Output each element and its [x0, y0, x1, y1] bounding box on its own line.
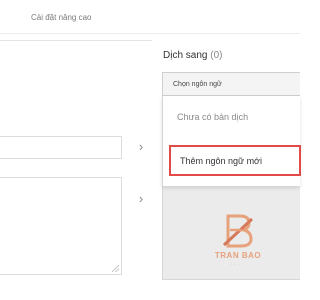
- tab-bar: Cài đặt nâng cao: [0, 0, 300, 34]
- add-language-label: Thêm ngôn ngữ mới: [180, 156, 262, 166]
- watermark-brand: TRAN BAO: [214, 251, 262, 260]
- chevron-right-icon[interactable]: ›: [134, 140, 148, 153]
- source-textarea[interactable]: [0, 177, 122, 275]
- watermark-logo: TRAN BAO • • • •: [212, 212, 264, 268]
- divider: [0, 40, 152, 41]
- target-label-text: Dịch sang: [163, 50, 208, 61]
- target-language-label: Dịch sang (0): [163, 50, 222, 61]
- target-count: (0): [210, 50, 223, 61]
- dropdown-option-no-translation[interactable]: Chưa có bản dịch: [177, 112, 248, 122]
- logo-icon: [222, 214, 254, 248]
- language-select-placeholder: Chọn ngôn ngữ: [173, 81, 222, 88]
- resize-handle-icon[interactable]: [112, 265, 119, 272]
- source-input[interactable]: [0, 136, 122, 159]
- language-dropdown: Chưa có bản dịch Thêm ngôn ngữ mới: [162, 96, 301, 186]
- watermark-dots: • • • •: [231, 262, 245, 266]
- chevron-right-icon[interactable]: ›: [134, 192, 148, 205]
- language-select[interactable]: Chọn ngôn ngữ: [162, 72, 300, 96]
- dropdown-option-add-language[interactable]: Thêm ngôn ngữ mới: [169, 145, 301, 176]
- tab-advanced-settings[interactable]: Cài đặt nâng cao: [31, 13, 92, 22]
